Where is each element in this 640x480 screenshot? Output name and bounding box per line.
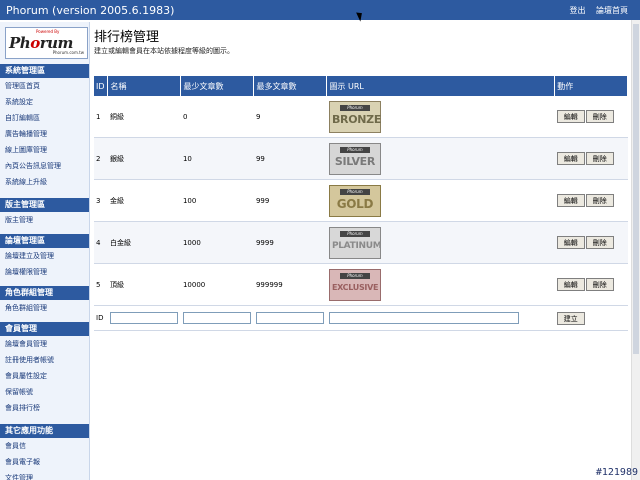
sidebar-section-members: 會員管理 論壇會員管理 註冊使用者帳號 會員屬性設定 保留帳號 會員排行榜 xyxy=(0,322,89,416)
table-header: ID 名稱 最少文章數 最多文章數 圖示 URL 動作 xyxy=(94,76,628,96)
sidebar-item-member-attributes[interactable]: 會員屬性設定 xyxy=(0,368,89,384)
row-min: 1000 xyxy=(180,221,254,264)
scrollbar-thumb[interactable] xyxy=(633,24,639,354)
new-name-input[interactable] xyxy=(109,312,178,324)
logout-link[interactable]: 登出 xyxy=(569,6,585,15)
sidebar-item-custom-edit[interactable]: 自訂編輯區 xyxy=(0,110,89,126)
col-min: 最少文章數 xyxy=(180,76,255,96)
col-max: 最多文章數 xyxy=(253,76,328,96)
delete-button[interactable]: 刪除 xyxy=(585,194,614,207)
sidebar-item-moderators[interactable]: 版主管理 xyxy=(0,212,89,228)
rank-table: ID 名稱 最少文章數 最多文章數 圖示 URL 動作 1 銅級 0 9 Pho… xyxy=(94,76,628,331)
top-bar: Phorum (version 2005.6.1983) 登出 論壇首頁 xyxy=(0,0,640,20)
row-min: 100 xyxy=(180,179,254,222)
sidebar-item-documents[interactable]: 文件管理 xyxy=(0,470,89,480)
table-row: 2 銀級 10 99 Phorum SILVER 編輯 刪除 xyxy=(94,137,628,180)
col-icon: 圖示 URL xyxy=(326,76,556,96)
footer-id: #121989 xyxy=(595,467,638,478)
window-title: Phorum (version 2005.6.1983) xyxy=(6,4,175,17)
row-name: 白金級 xyxy=(107,221,181,264)
col-name: 名稱 xyxy=(107,76,182,96)
rank-badge-bronze: Phorum BRONZE xyxy=(328,100,381,133)
rank-badge-silver: Phorum SILVER xyxy=(328,142,381,175)
rank-badge-exclusive: Phorum EXCLUSIVE xyxy=(328,268,381,301)
table-row: 4 白金級 1000 9999 Phorum PLATINUM 編輯 刪除 xyxy=(94,221,628,264)
edit-button[interactable]: 編輯 xyxy=(556,194,585,207)
sidebar-section-title: 會員管理 xyxy=(0,322,89,336)
new-icon-url-input[interactable] xyxy=(328,312,519,324)
delete-button[interactable]: 刪除 xyxy=(585,152,614,165)
edit-button[interactable]: 編輯 xyxy=(556,278,585,291)
sidebar-item-admin-home[interactable]: 管理區首頁 xyxy=(0,78,89,94)
row-name: 銀級 xyxy=(107,137,181,180)
sidebar-section-title: 版主管理區 xyxy=(0,198,89,212)
page-subtitle: 建立或編輯會員在本站依據程度等級的圖示。 xyxy=(94,47,234,55)
row-name: 頂級 xyxy=(107,263,181,306)
page-title: 排行榜管理 xyxy=(94,30,160,45)
logo-domain: Phorum.com.tw xyxy=(52,50,84,55)
sidebar-section-forum: 論壇管理區 論壇建立及管理 論壇權限管理 xyxy=(0,234,89,280)
row-id: 1 xyxy=(94,96,108,138)
delete-button[interactable]: 刪除 xyxy=(585,110,614,123)
row-max: 999 xyxy=(253,179,327,222)
col-id: ID xyxy=(94,76,109,96)
row-min: 10 xyxy=(180,137,254,180)
sidebar-item-system-settings[interactable]: 系統設定 xyxy=(0,94,89,110)
edit-button[interactable]: 編輯 xyxy=(556,236,585,249)
new-max-input[interactable] xyxy=(255,312,324,324)
sidebar-item-member-ranking[interactable]: 會員排行榜 xyxy=(0,400,89,416)
table-row: 5 頂級 10000 999999 Phorum EXCLUSIVE 編輯 刪除 xyxy=(94,263,628,306)
sidebar-section-other: 其它應用功能 會員信 會員電子報 文件管理 xyxy=(0,424,89,480)
sidebar-section-system: 系統管理區 管理區首頁 系統設定 自訂編輯區 廣告輪播管理 線上圖庫管理 內頁公… xyxy=(0,64,89,190)
col-actions: 動作 xyxy=(554,76,628,96)
forum-home-link[interactable]: 論壇首頁 xyxy=(596,6,628,15)
sidebar-item-gallery[interactable]: 線上圖庫管理 xyxy=(0,142,89,158)
row-max: 9999 xyxy=(253,221,327,264)
sidebar-item-roles[interactable]: 角色群組管理 xyxy=(0,300,89,316)
row-max: 9 xyxy=(253,96,327,138)
sidebar-item-ad-rotation[interactable]: 廣告輪播管理 xyxy=(0,126,89,142)
sidebar-item-forum-permissions[interactable]: 論壇權限管理 xyxy=(0,264,89,280)
row-min: 10000 xyxy=(180,263,254,306)
rank-badge-platinum: Phorum PLATINUM xyxy=(328,226,382,259)
add-row: ID 建立 xyxy=(94,305,628,331)
row-min: 0 xyxy=(180,96,254,138)
new-min-input[interactable] xyxy=(182,312,251,324)
sidebar-section-title: 系統管理區 xyxy=(0,64,89,78)
table-row: 3 金級 100 999 Phorum GOLD 編輯 刪除 xyxy=(94,179,628,222)
sidebar-item-member-manage[interactable]: 論壇會員管理 xyxy=(0,336,89,352)
sidebar-section-moderator: 版主管理區 版主管理 xyxy=(0,198,89,228)
row-id: 3 xyxy=(94,179,108,222)
sidebar-section-roles: 角色群組管理 角色群組管理 xyxy=(0,286,89,316)
sidebar: Powered By Phorum Phorum.com.tw 系統管理區 管理… xyxy=(0,22,90,480)
delete-button[interactable]: 刪除 xyxy=(585,236,614,249)
row-name: 金級 xyxy=(107,179,181,222)
table-row: 1 銅級 0 9 Phorum BRONZE 編輯 刪除 xyxy=(94,96,628,138)
phorum-logo[interactable]: Powered By Phorum Phorum.com.tw xyxy=(5,27,88,59)
sidebar-item-reserved-accounts[interactable]: 保留帳號 xyxy=(0,384,89,400)
row-id: 2 xyxy=(94,137,108,180)
vertical-scrollbar[interactable] xyxy=(631,20,640,480)
delete-button[interactable]: 刪除 xyxy=(585,278,614,291)
rank-badge-gold: Phorum GOLD xyxy=(328,184,381,217)
sidebar-section-title: 角色群組管理 xyxy=(0,286,89,300)
add-row-id-label: ID xyxy=(94,305,108,331)
sidebar-section-title: 其它應用功能 xyxy=(0,424,89,438)
row-id: 5 xyxy=(94,263,108,306)
sidebar-item-member-mail[interactable]: 會員信 xyxy=(0,438,89,454)
sidebar-item-upgrade[interactable]: 系統線上升級 xyxy=(0,174,89,190)
sidebar-item-register-user[interactable]: 註冊使用者帳號 xyxy=(0,352,89,368)
sidebar-item-newsletter[interactable]: 會員電子報 xyxy=(0,454,89,470)
edit-button[interactable]: 編輯 xyxy=(556,110,585,123)
create-button[interactable]: 建立 xyxy=(556,311,585,325)
row-max: 999999 xyxy=(253,263,327,306)
row-name: 銅級 xyxy=(107,96,181,138)
sidebar-section-title: 論壇管理區 xyxy=(0,234,89,248)
sidebar-item-forum-manage[interactable]: 論壇建立及管理 xyxy=(0,248,89,264)
top-links: 登出 論壇首頁 xyxy=(561,5,628,16)
row-id: 4 xyxy=(94,221,108,264)
row-max: 99 xyxy=(253,137,327,180)
edit-button[interactable]: 編輯 xyxy=(556,152,585,165)
sidebar-item-announcements[interactable]: 內頁公告訊息管理 xyxy=(0,158,89,174)
